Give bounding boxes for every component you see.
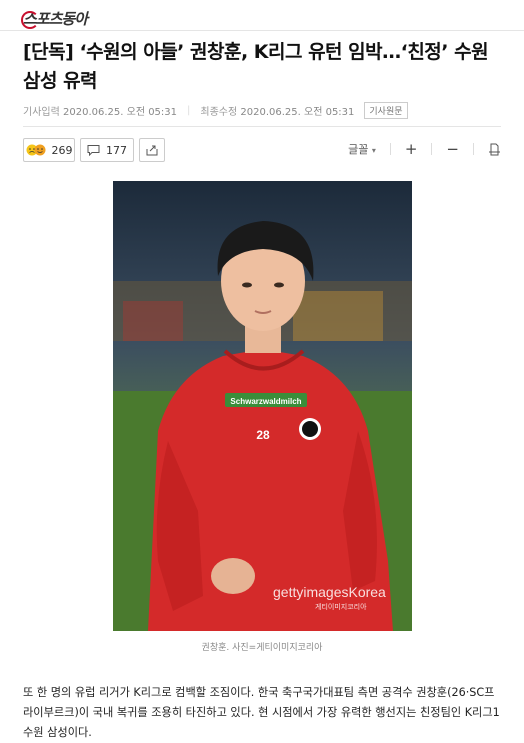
comment-button[interactable]: 177	[80, 138, 134, 162]
jersey-sponsor: Schwarzwaldmilch	[230, 397, 301, 406]
font-increase-icon[interactable]: +	[405, 140, 418, 158]
share-icon	[146, 144, 158, 156]
reaction-count: 269	[51, 143, 73, 157]
watermark-brand-text: gettyimagesKorea	[273, 584, 386, 600]
article-toolbar: 269 177 글꼴 ▾ + −	[23, 138, 501, 162]
photo-caption: 권창훈. 사진=게티이미지코리아	[201, 643, 323, 653]
meta-divider: |	[187, 105, 191, 116]
comment-icon	[87, 144, 100, 156]
original-article-link[interactable]: 기사원문	[364, 102, 408, 119]
caret-down-icon: ▾	[371, 146, 376, 155]
updated-label: 최종수정	[200, 107, 238, 118]
article-photo: Schwarzwaldmilch 28 gettyimagesKorea 게티이…	[113, 181, 412, 631]
article-meta: 기사입력 2020.06.25. 오전 05:31 | 최종수정 2020.06…	[23, 102, 408, 119]
print-icon[interactable]	[488, 143, 501, 156]
meta-divider-line	[23, 126, 501, 127]
article-body: 또 한 명의 유럽 리거가 K리그로 컴백할 조짐이다. 한국 축구국가대표팀 …	[23, 686, 500, 739]
share-button[interactable]	[139, 138, 165, 162]
font-label: 글꼴	[348, 143, 369, 156]
tools-divider	[473, 143, 474, 155]
article-headline: [단독] ‘수원의 아들’ 권창훈, K리그 유턴 임박…‘친정’ 수원 삼성 …	[23, 41, 489, 92]
site-logo[interactable]: 스포츠동아	[20, 8, 88, 29]
watermark-sub-text: 게티이미지코리아	[315, 602, 367, 611]
font-menu[interactable]: 글꼴 ▾	[348, 141, 376, 157]
comment-count: 177	[106, 143, 127, 157]
header-divider	[0, 30, 524, 31]
tools-divider	[431, 143, 433, 155]
font-decrease-icon[interactable]: −	[446, 140, 459, 158]
tools-divider	[389, 143, 391, 155]
emoji-icon	[26, 144, 46, 156]
published-date: 2020.06.25. 오전 05:31	[63, 107, 178, 118]
reaction-button[interactable]: 269	[23, 138, 75, 162]
jersey-number: 28	[256, 428, 270, 442]
text-tools: 글꼴 ▾ + −	[348, 140, 501, 158]
updated-date: 2020.06.25. 오전 05:31	[240, 107, 355, 118]
published-label: 기사입력	[23, 107, 60, 118]
